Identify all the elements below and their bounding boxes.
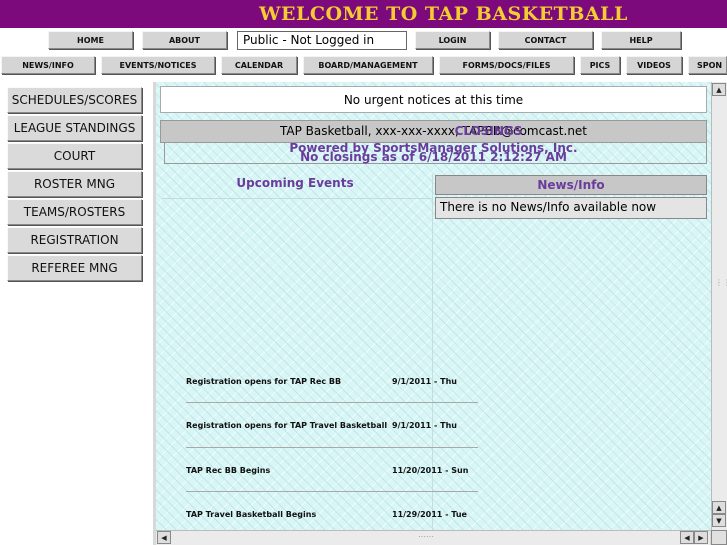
news-info-heading: News/Info	[435, 175, 707, 195]
urgent-notice: No urgent notices at this time	[160, 86, 707, 113]
content-area: No urgent notices at this time TAP Baske…	[156, 82, 711, 530]
event-date: 9/1/2011 - Thu	[392, 421, 457, 430]
event-divider	[186, 402, 478, 403]
scroll-corner	[711, 530, 727, 545]
sidebar-registration[interactable]: REGISTRATION	[7, 227, 142, 253]
scroll-left-icon[interactable]: ◀	[680, 531, 694, 544]
site-banner: WELCOME TO TAP BASKETBALL	[0, 0, 727, 28]
vertical-scrollbar[interactable]: ▲ ⋮⋮ ▲ ▼	[711, 82, 727, 545]
sidebar-teams-rosters[interactable]: TEAMS/ROSTERS	[7, 199, 142, 225]
scroll-up-icon[interactable]: ▲	[712, 83, 726, 96]
column-divider	[432, 174, 433, 530]
upcoming-events-heading: Upcoming Events	[236, 176, 354, 190]
sidebar-schedules-scores[interactable]: SCHEDULES/SCORES	[7, 87, 142, 113]
closings-heading: CLOSINGS	[454, 124, 523, 138]
login-button[interactable]: LOGIN	[415, 31, 490, 49]
event-date: 11/20/2011 - Sun	[392, 466, 469, 475]
horizontal-scrollbar[interactable]: ◀ ⋯⋯ ◀ ▶	[156, 530, 710, 545]
scroll-grip-icon: ⋮⋮	[715, 278, 727, 287]
sidebar-roster-mng[interactable]: ROSTER MNG	[7, 171, 142, 197]
nav-videos[interactable]: VIDEOS	[626, 56, 682, 74]
sidebar-court[interactable]: COURT	[7, 143, 142, 169]
nav-calendar[interactable]: CALENDAR	[221, 56, 297, 74]
event-title: Registration opens for TAP Travel Basket…	[186, 421, 388, 430]
event-divider	[186, 447, 478, 448]
help-button[interactable]: HELP	[601, 31, 681, 49]
scroll-up-icon[interactable]: ▲	[712, 501, 726, 514]
nav-sponsors[interactable]: SPON	[688, 56, 727, 74]
news-info-empty: There is no News/Info available now	[435, 197, 707, 219]
scroll-grip-icon: ⋯⋯	[418, 532, 434, 541]
powered-by-text: Powered by SportsManager Solutions, Inc.	[289, 141, 578, 155]
login-status-field: Public - Not Logged in	[237, 31, 407, 50]
nav-pics[interactable]: PICS	[580, 56, 620, 74]
event-date: 11/29/2011 - Tue	[392, 510, 467, 519]
event-title: TAP Rec BB Begins	[186, 466, 271, 475]
contact-button[interactable]: CONTACT	[498, 31, 593, 49]
event-date: 9/1/2011 - Thu	[392, 377, 457, 386]
sidebar-league-standings[interactable]: LEAGUE STANDINGS	[7, 115, 142, 141]
nav-forms-docs-files[interactable]: FORMS/DOCS/FILES	[439, 56, 574, 74]
event-divider	[186, 491, 478, 492]
event-title: TAP Travel Basketball Begins	[186, 510, 317, 519]
nav-events-notices[interactable]: EVENTS/NOTICES	[101, 56, 215, 74]
scroll-right-icon[interactable]: ▶	[694, 531, 708, 544]
event-title: Registration opens for TAP Rec BB	[186, 377, 342, 386]
home-button[interactable]: HOME	[48, 31, 133, 49]
about-button[interactable]: ABOUT	[142, 31, 227, 49]
scroll-down-icon[interactable]: ▼	[712, 514, 726, 527]
main-frame: No urgent notices at this time TAP Baske…	[153, 82, 727, 545]
site-title: WELCOME TO TAP BASKETBALL	[259, 3, 628, 25]
scroll-left-icon[interactable]: ◀	[157, 531, 171, 544]
nav-news-info[interactable]: NEWS/INFO	[1, 56, 95, 74]
nav-board-management[interactable]: BOARD/MANAGEMENT	[303, 56, 433, 74]
events-divider	[162, 198, 432, 199]
sidebar-referee-mng[interactable]: REFEREE MNG	[7, 255, 142, 281]
